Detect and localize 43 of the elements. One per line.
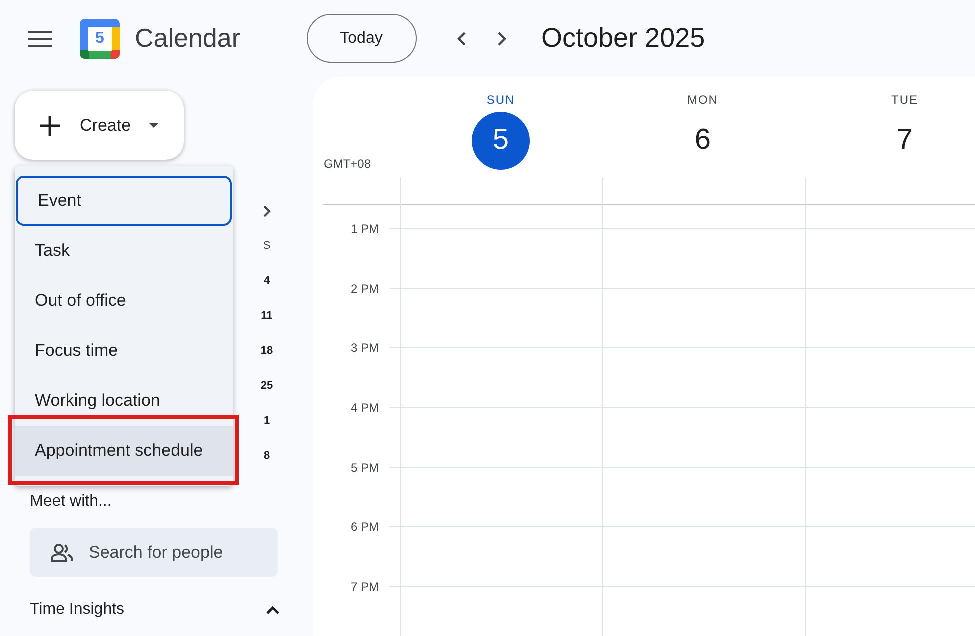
menu-item[interactable]: Event (16, 176, 232, 226)
timezone-label: GMT+08 (324, 156, 372, 173)
caret-down-icon (149, 123, 160, 128)
chevron-right-icon[interactable] (263, 205, 271, 218)
menu-item[interactable]: Out of office (15, 276, 233, 326)
section-title: Time Insights (30, 600, 125, 620)
menu-item[interactable]: Task (15, 226, 233, 276)
date-cell[interactable]: 25 (260, 380, 274, 393)
calendar-logo: 5 (80, 18, 120, 58)
today-button[interactable]: Today (306, 14, 417, 63)
weekday-label: TUE (892, 92, 918, 109)
section-title: Meet with... (30, 492, 113, 512)
app-title: Calendar (135, 22, 241, 55)
hour-label: 6 PM (350, 519, 379, 536)
weekday-label: MON (688, 92, 718, 109)
date-cell[interactable]: 4 (264, 275, 270, 288)
date-cell[interactable]: 18 (260, 345, 274, 358)
chevron-left-icon[interactable] (456, 30, 467, 46)
menu-item[interactable]: Working location (15, 376, 233, 426)
menu-icon[interactable] (28, 30, 52, 48)
date-cell[interactable]: 8 (264, 450, 270, 463)
date-cell[interactable]: 1 (264, 415, 270, 428)
hour-label: 2 PM (350, 280, 379, 298)
chevron-up-icon[interactable] (266, 606, 280, 614)
hour-label: 3 PM (350, 340, 379, 358)
day-number[interactable]: 6 (674, 112, 732, 170)
people-icon (50, 543, 74, 563)
search-field[interactable]: Search for people (30, 528, 278, 577)
hour-label: 4 PM (350, 400, 379, 418)
chevron-right-icon[interactable] (496, 30, 507, 46)
day-number[interactable]: 5 (472, 112, 530, 170)
day-number[interactable]: 7 (876, 112, 934, 170)
menu-item[interactable]: Appointment schedule (15, 426, 233, 476)
menu-item[interactable]: Focus time (15, 326, 233, 376)
hour-label: 1 PM (350, 221, 379, 238)
plus-icon (39, 114, 61, 136)
period-title: October 2025 (542, 22, 706, 56)
weekday-label: S (263, 240, 271, 253)
create-button[interactable]: Create (15, 91, 184, 160)
date-cell[interactable]: 11 (261, 310, 273, 323)
hour-label: 7 PM (350, 579, 379, 596)
hour-label: 5 PM (350, 460, 379, 477)
weekday-label: SUN (486, 92, 516, 109)
